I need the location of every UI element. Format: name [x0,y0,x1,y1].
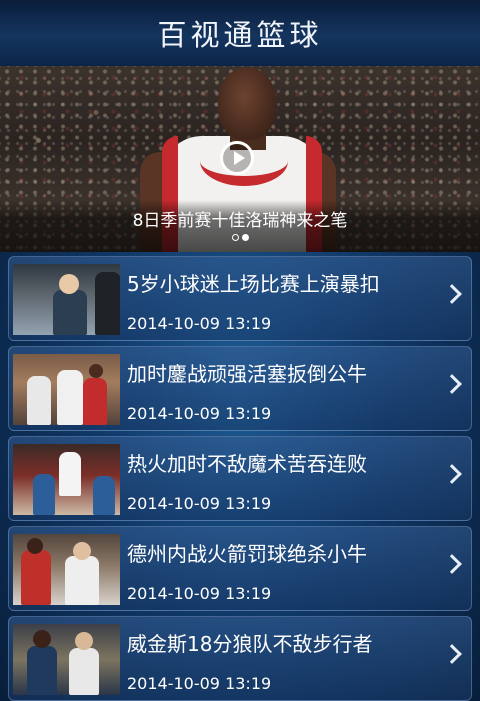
news-item[interactable]: 加时鏖战顽强活塞扳倒公牛 2014-10-09 13:19 [8,346,472,431]
news-timestamp: 2014-10-09 13:19 [127,404,272,423]
news-headline: 威金斯18分狼队不敌步行者 [127,632,373,656]
app-title: 百视通篮球 [157,18,323,52]
featured-video-banner[interactable]: 8日季前赛十佳洛瑞神来之笔 [0,66,480,252]
news-headline: 5岁小球迷上场比赛上演暴扣 [127,272,380,296]
news-thumbnail [13,534,120,605]
news-timestamp: 2014-10-09 13:19 [127,494,272,513]
news-item[interactable]: 威金斯18分狼队不敌步行者 2014-10-09 13:19 [8,616,472,701]
news-item[interactable]: 5岁小球迷上场比赛上演暴扣 2014-10-09 13:19 [8,256,472,341]
news-thumbnail [13,354,120,425]
chevron-right-icon [442,374,462,394]
featured-caption: 8日季前赛十佳洛瑞神来之笔 [132,211,348,231]
chevron-right-icon [442,644,462,664]
carousel-dot-2[interactable] [241,234,249,241]
chevron-right-icon [442,464,462,484]
carousel-indicator [0,234,480,241]
carousel-dot-1[interactable] [231,234,239,241]
news-timestamp: 2014-10-09 13:19 [127,314,272,333]
news-item[interactable]: 热火加时不敌魔术苦吞连败 2014-10-09 13:19 [8,436,472,521]
title-bar: 百视通篮球 [0,0,480,67]
chevron-right-icon [442,554,462,574]
play-icon[interactable] [220,141,254,175]
news-headline: 加时鏖战顽强活塞扳倒公牛 [127,362,367,386]
news-timestamp: 2014-10-09 13:19 [127,674,272,693]
news-timestamp: 2014-10-09 13:19 [127,584,272,603]
news-item[interactable]: 德州内战火箭罚球绝杀小牛 2014-10-09 13:19 [8,526,472,611]
news-thumbnail [13,444,120,515]
news-headline: 热火加时不敌魔术苦吞连败 [127,452,367,476]
news-headline: 德州内战火箭罚球绝杀小牛 [127,542,367,566]
news-thumbnail [13,624,120,695]
chevron-right-icon [442,284,462,304]
news-thumbnail [13,264,120,335]
